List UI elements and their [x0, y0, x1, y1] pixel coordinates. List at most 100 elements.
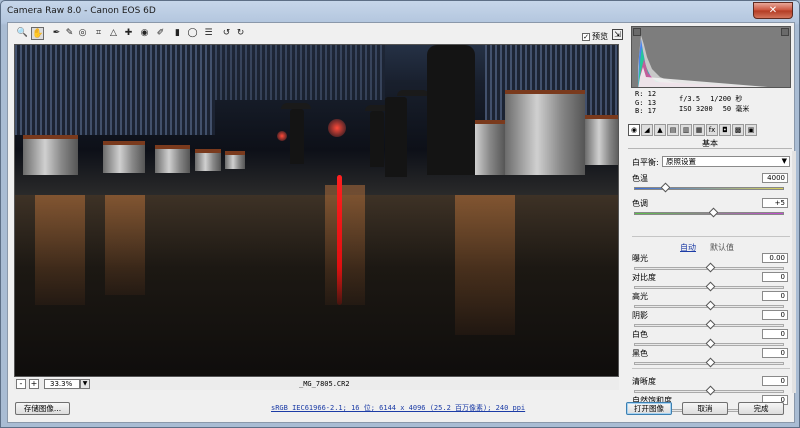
white-balance-row: 白平衡: 原照设置 ▼: [632, 156, 790, 168]
cancel-button[interactable]: 取消: [682, 402, 728, 415]
hand-tool-icon[interactable]: ✋: [31, 27, 44, 40]
whites-value-field[interactable]: 0: [762, 329, 788, 339]
camera-calibration-tab-icon[interactable]: ◘: [719, 124, 731, 136]
snapshots-tab-icon[interactable]: ▣: [745, 124, 757, 136]
whites-slider-thumb[interactable]: [705, 338, 716, 349]
blacks-control: 黑色 0: [632, 348, 790, 370]
blacks-label: 黑色: [632, 349, 648, 358]
clarity-control: 清晰度 0: [632, 376, 790, 396]
clarity-label: 清晰度: [632, 377, 656, 386]
zoom-in-button[interactable]: +: [29, 379, 39, 389]
blacks-slider-thumb[interactable]: [705, 357, 716, 368]
chevron-down-icon: ▼: [781, 157, 787, 165]
workflow-options-link[interactable]: sRGB IEC61966-2.1; 16 位; 6144 x 4096 (25…: [271, 403, 525, 413]
effects-tab-icon[interactable]: fx: [706, 124, 718, 136]
rotate-right-icon[interactable]: ↻: [234, 27, 247, 40]
green-readout: G: 13: [635, 98, 657, 107]
dialog-client: 🔍 ✋ ✒ ✎ ◎ ⌗ △ ✚ ◉ ✐ ▮ ◯ ☰ ↺ ↻ ✓ 预览 ⇲ - +…: [7, 22, 796, 423]
panel-tabs: ◉ ◢ ▲ ▤ ▥ ▦ fx ◘ ▩ ▣: [628, 124, 792, 136]
color-sampler-tool-icon[interactable]: ✎: [63, 27, 76, 40]
white-balance-tool-icon[interactable]: ✒: [50, 27, 63, 40]
blue-readout: B: 17: [635, 107, 657, 115]
preferences-icon[interactable]: ☰: [202, 27, 215, 40]
spot-removal-tool-icon[interactable]: ✚: [122, 27, 135, 40]
divider: [632, 236, 790, 237]
split-toning-tab-icon[interactable]: ▥: [680, 124, 692, 136]
detail-tab-icon[interactable]: ▲: [654, 124, 666, 136]
tone-curve-tab-icon[interactable]: ◢: [641, 124, 653, 136]
shadows-slider-thumb[interactable]: [705, 319, 716, 330]
exposure-slider-thumb[interactable]: [705, 262, 716, 273]
tint-control: 色调 +5: [632, 198, 790, 220]
highlights-value-field[interactable]: 0: [762, 291, 788, 301]
shadows-slider-track[interactable]: [634, 319, 784, 330]
white-balance-select[interactable]: 原照设置 ▼: [662, 156, 790, 167]
divider: [632, 368, 790, 369]
whites-slider-track[interactable]: [634, 338, 784, 349]
fullscreen-icon[interactable]: ⇲: [612, 29, 623, 40]
exposure-slider-track[interactable]: [634, 262, 784, 273]
presets-tab-icon[interactable]: ▩: [732, 124, 744, 136]
crop-tool-icon[interactable]: ⌗: [92, 27, 105, 40]
highlights-label: 高光: [632, 292, 648, 301]
clarity-value-field[interactable]: 0: [762, 376, 788, 386]
image-status-bar: - + 33.3% ▼ _MG_7805.CR2: [14, 378, 619, 390]
temp-slider-thumb[interactable]: [660, 182, 671, 193]
section-title: 基本: [628, 138, 792, 149]
tint-value-field[interactable]: +5: [762, 198, 788, 208]
white-balance-label: 白平衡:: [632, 158, 659, 167]
blacks-slider-track[interactable]: [634, 357, 784, 368]
tint-slider-thumb[interactable]: [708, 207, 719, 218]
filename-label: _MG_7805.CR2: [299, 380, 350, 388]
contrast-label: 对比度: [632, 273, 656, 282]
save-image-button[interactable]: 存储图像...: [15, 402, 70, 415]
straighten-tool-icon[interactable]: △: [107, 27, 120, 40]
lens-corrections-tab-icon[interactable]: ▦: [693, 124, 705, 136]
whites-label: 白色: [632, 330, 648, 339]
zoom-level-field[interactable]: 33.3%: [44, 379, 80, 389]
red-readout: R: 12: [635, 90, 657, 98]
highlights-slider-thumb[interactable]: [705, 300, 716, 311]
red-eye-tool-icon[interactable]: ◉: [138, 27, 151, 40]
shadows-value-field[interactable]: 0: [762, 310, 788, 320]
contrast-value-field[interactable]: 0: [762, 272, 788, 282]
clarity-slider-thumb[interactable]: [705, 385, 716, 396]
zoom-tool-icon[interactable]: 🔍: [16, 27, 29, 40]
open-image-button[interactable]: 打开图像: [626, 402, 672, 415]
blacks-value-field[interactable]: 0: [762, 348, 788, 358]
basic-tab-icon[interactable]: ◉: [628, 124, 640, 136]
panel-scrollbar[interactable]: [792, 151, 796, 393]
temp-label: 色温: [632, 174, 648, 183]
temp-value-field[interactable]: 4000: [762, 173, 788, 183]
preview-checkbox-box[interactable]: ✓: [582, 32, 590, 41]
adjustment-brush-icon[interactable]: ✐: [154, 27, 167, 40]
contrast-slider-track[interactable]: [634, 281, 784, 292]
graduated-filter-icon[interactable]: ▮: [171, 27, 184, 40]
auto-link[interactable]: 自动: [680, 242, 696, 253]
temp-slider-track[interactable]: [634, 182, 784, 193]
targeted-adjustment-tool-icon[interactable]: ◎: [76, 27, 89, 40]
done-button[interactable]: 完成: [738, 402, 784, 415]
auto-default-links: 自动 默认值: [632, 242, 790, 252]
iso-value: ISO 3200: [679, 105, 713, 113]
aperture-value: f/3.5: [679, 95, 701, 103]
zoom-out-button[interactable]: -: [16, 379, 26, 389]
exposure-value-field[interactable]: 0.00: [762, 253, 788, 263]
highlights-slider-track[interactable]: [634, 300, 784, 311]
tint-label: 色调: [632, 199, 648, 208]
adjustment-panel: R: 12 G: 13 B: 17 f/3.5 1/200 秒 ISO 3200 5…: [624, 23, 796, 415]
shadow-clipping-warning-icon[interactable]: [633, 28, 641, 36]
radial-filter-icon[interactable]: ◯: [186, 27, 199, 40]
focal-length-value: 50 毫米: [722, 105, 750, 113]
rotate-left-icon[interactable]: ↺: [220, 27, 233, 40]
default-link[interactable]: 默认值: [710, 242, 734, 253]
tint-slider-track[interactable]: [634, 207, 784, 218]
preview-checkbox[interactable]: ✓ 预览: [582, 31, 608, 42]
highlight-clipping-warning-icon[interactable]: [781, 28, 789, 36]
zoom-dropdown-icon[interactable]: ▼: [80, 379, 90, 389]
clarity-slider-track[interactable]: [634, 385, 784, 396]
close-window-button[interactable]: ✕: [753, 2, 793, 19]
contrast-slider-thumb[interactable]: [705, 281, 716, 292]
hsl-tab-icon[interactable]: ▤: [667, 124, 679, 136]
image-preview[interactable]: [14, 44, 619, 377]
